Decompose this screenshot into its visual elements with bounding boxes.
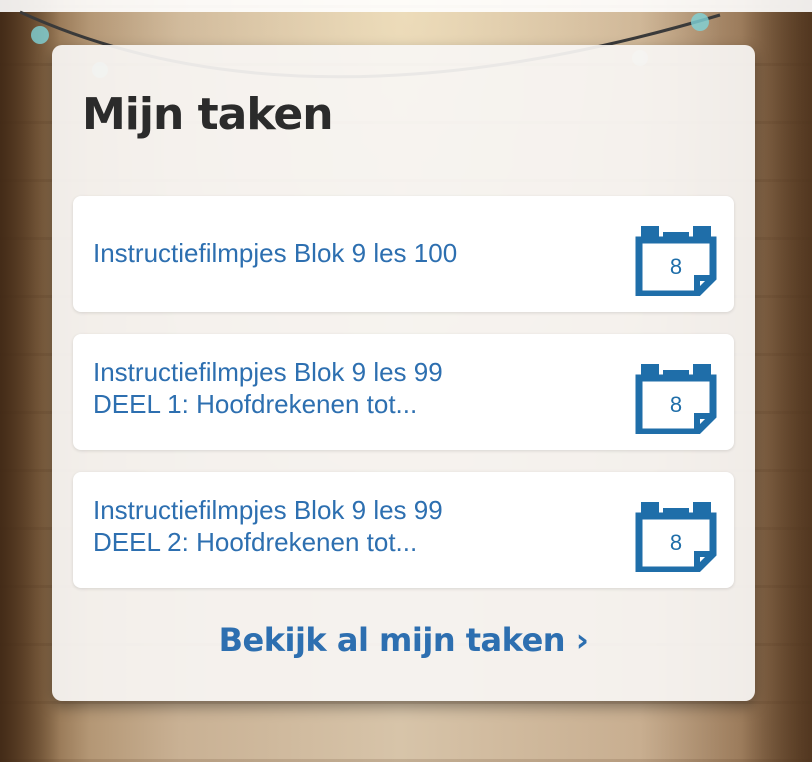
calendar-day: 8: [670, 254, 682, 279]
calendar-icon: 8: [635, 364, 717, 434]
view-all-tasks-link[interactable]: Bekijk al mijn taken ›: [52, 621, 755, 659]
task-subtitle-line: DEEL 1: Hoofdrekenen tot...: [93, 389, 418, 419]
calendar-day: 8: [670, 392, 682, 417]
my-tasks-widget: Mijn taken Instructiefilmpjes Blok 9 les…: [52, 45, 755, 701]
task-title: Instructiefilmpjes Blok 9 les 100: [93, 237, 613, 269]
task-subtitle-line: DEEL 2: Hoofdrekenen tot...: [93, 527, 418, 557]
task-card[interactable]: Instructiefilmpjes Blok 9 les 99 DEEL 1:…: [73, 334, 734, 450]
task-title-line: Instructiefilmpjes Blok 9 les 99: [93, 357, 443, 387]
task-title: Instructiefilmpjes Blok 9 les 99 DEEL 1:…: [93, 356, 613, 420]
task-card[interactable]: Instructiefilmpjes Blok 9 les 99 DEEL 2:…: [73, 472, 734, 588]
task-title-line: Instructiefilmpjes Blok 9 les 99: [93, 495, 443, 525]
calendar-day: 8: [670, 530, 682, 555]
calendar-icon: 8: [635, 502, 717, 572]
calendar-icon: 8: [635, 226, 717, 296]
task-card[interactable]: Instructiefilmpjes Blok 9 les 100 8: [73, 196, 734, 312]
widget-title: Mijn taken: [82, 89, 334, 140]
task-title-line: Instructiefilmpjes Blok 9 les 100: [93, 238, 458, 268]
task-title: Instructiefilmpjes Blok 9 les 99 DEEL 2:…: [93, 494, 613, 558]
